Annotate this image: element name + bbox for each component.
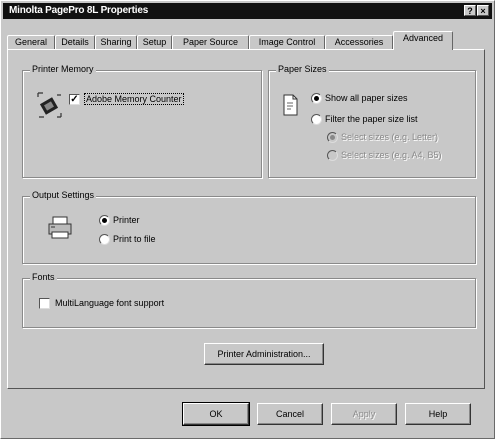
- fonts-title: Fonts: [30, 272, 57, 282]
- printer-memory-title: Printer Memory: [30, 64, 96, 74]
- letter-sizes-label[interactable]: Select sizes (e.g. Letter): [341, 132, 438, 142]
- window-title: Minolta PagePro 8L Properties: [9, 5, 149, 16]
- tab-details[interactable]: Details: [55, 35, 95, 49]
- advanced-panel: Printer Memory ✓ Adobe Memory Counter Pa…: [7, 49, 485, 389]
- paper-size-icon: [283, 94, 298, 116]
- adobe-memory-counter-text: Adobe Memory Counter: [84, 93, 184, 105]
- printer-label[interactable]: Printer: [113, 215, 140, 225]
- fonts-group: Fonts MultiLanguage font support: [22, 272, 476, 328]
- show-all-paper-sizes-label[interactable]: Show all paper sizes: [325, 93, 408, 103]
- multilanguage-font-label[interactable]: MultiLanguage font support: [55, 298, 164, 308]
- tab-sharing[interactable]: Sharing: [95, 35, 137, 49]
- output-settings-title: Output Settings: [30, 190, 97, 200]
- printer-administration-button[interactable]: Printer Administration...: [204, 343, 324, 365]
- tab-setup[interactable]: Setup: [137, 35, 172, 49]
- a4-sizes-label[interactable]: Select sizes (e.g. A4, B5): [341, 150, 442, 160]
- printer-memory-group: Printer Memory ✓ Adobe Memory Counter: [22, 64, 262, 178]
- tab-general[interactable]: General: [7, 35, 55, 49]
- paper-sizes-group: Paper Sizes Show all paper sizes Filter …: [268, 64, 476, 178]
- ok-button[interactable]: OK: [182, 402, 250, 426]
- memory-chip-icon: [37, 92, 62, 118]
- tab-paper-source[interactable]: Paper Source: [172, 35, 249, 49]
- close-button[interactable]: ×: [477, 5, 489, 16]
- tab-advanced[interactable]: Advanced: [393, 31, 453, 50]
- printer-icon: [48, 216, 72, 239]
- multilanguage-font-checkbox[interactable]: [39, 298, 50, 309]
- help-title-button[interactable]: ?: [464, 5, 476, 16]
- help-button[interactable]: Help: [405, 403, 471, 425]
- title-bar[interactable]: Minolta PagePro 8L Properties ? ×: [3, 3, 492, 19]
- tab-accessories[interactable]: Accessories: [325, 35, 393, 49]
- output-settings-group: Output Settings Printer Print to file: [22, 190, 476, 264]
- print-to-file-label[interactable]: Print to file: [113, 234, 156, 244]
- apply-button[interactable]: Apply: [331, 403, 397, 425]
- show-all-paper-sizes-radio[interactable]: [311, 93, 322, 104]
- printer-radio[interactable]: [99, 215, 110, 226]
- tab-image-control[interactable]: Image Control: [249, 35, 325, 49]
- filter-paper-size-label[interactable]: Filter the paper size list: [325, 114, 418, 124]
- filter-paper-size-radio[interactable]: [311, 114, 322, 125]
- letter-sizes-radio[interactable]: [327, 132, 338, 143]
- properties-dialog: Minolta PagePro 8L Properties ? × Genera…: [0, 0, 495, 439]
- adobe-memory-counter-label[interactable]: Adobe Memory Counter: [84, 93, 184, 105]
- adobe-memory-counter-checkbox[interactable]: ✓: [69, 94, 80, 105]
- cancel-button[interactable]: Cancel: [257, 403, 323, 425]
- print-to-file-radio[interactable]: [99, 234, 110, 245]
- paper-sizes-title: Paper Sizes: [276, 64, 329, 74]
- a4-sizes-radio[interactable]: [327, 150, 338, 161]
